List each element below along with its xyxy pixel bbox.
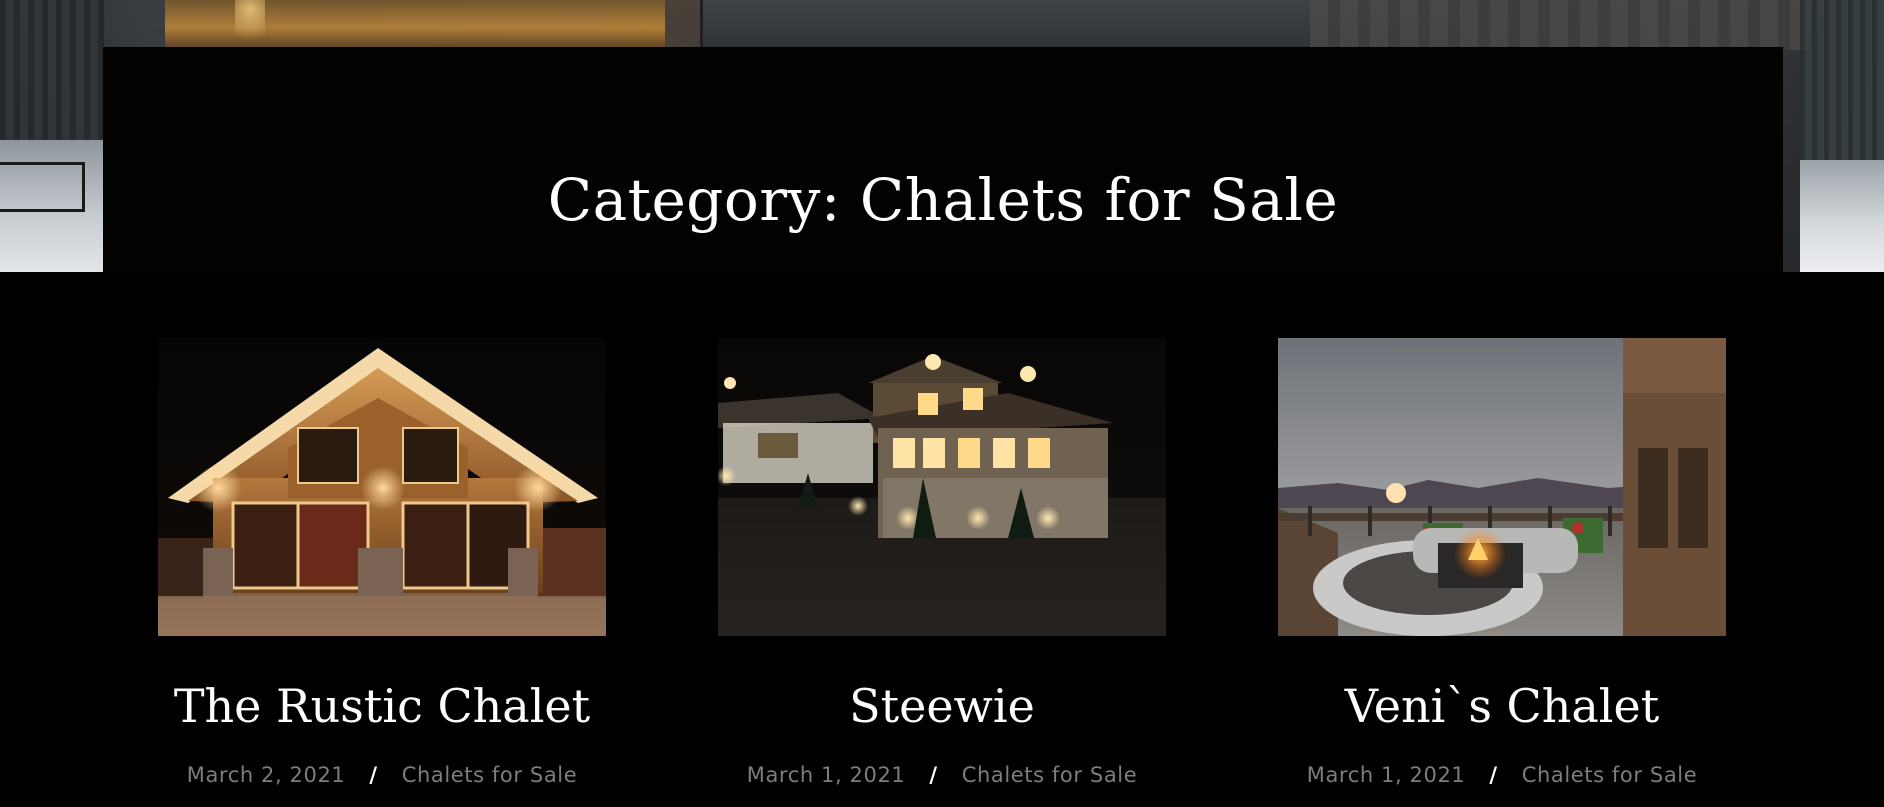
post-title-link[interactable]: Veni`s Chalet — [1268, 678, 1736, 734]
post-category-link[interactable]: Chalets for Sale — [1522, 763, 1698, 787]
archive-header: Category: Chalets for Sale — [103, 47, 1783, 272]
hero-snow-left — [0, 140, 105, 272]
hero-snow-right — [1800, 160, 1884, 272]
post-category-link[interactable]: Chalets for Sale — [402, 763, 578, 787]
post-date[interactable]: March 1, 2021 — [747, 763, 906, 787]
post-card: Steewie March 1, 2021/Chalets for Sale — [718, 338, 1166, 807]
meta-separator: / — [1489, 763, 1498, 787]
post-title-link[interactable]: Steewie — [708, 678, 1176, 734]
meta-separator: / — [929, 763, 938, 787]
hero-trees-left — [0, 0, 105, 140]
chalet-photo-terrace — [1278, 338, 1726, 636]
page-title: Category: Chalets for Sale — [547, 166, 1339, 234]
chalet-photo-rustic — [158, 338, 606, 636]
hero-wood-window — [165, 0, 665, 50]
post-category-link[interactable]: Chalets for Sale — [962, 763, 1138, 787]
chalet-photo-night — [718, 338, 1166, 636]
post-card: The Rustic Chalet March 2, 2021/Chalets … — [158, 338, 606, 807]
post-meta: March 1, 2021 / Chalets for Sale — [698, 758, 1186, 792]
post-meta: March 2, 2021 / Chalets for Sale — [138, 758, 626, 792]
post-date[interactable]: March 2, 2021 — [187, 763, 346, 787]
post-card: Veni`s Chalet March 1, 2021/Chalets for … — [1278, 338, 1726, 807]
post-thumbnail-link[interactable] — [1278, 338, 1726, 636]
post-title-link[interactable]: The Rustic Chalet — [148, 678, 616, 734]
post-thumbnail-link[interactable] — [158, 338, 606, 636]
post-meta: March 1, 2021 / Chalets for Sale — [1258, 758, 1746, 792]
post-date[interactable]: March 1, 2021 — [1307, 763, 1466, 787]
meta-separator: / — [369, 763, 378, 787]
posts-grid: The Rustic Chalet March 2, 2021/Chalets … — [158, 338, 1726, 807]
hero-stone-wall — [1310, 0, 1810, 50]
post-thumbnail-link[interactable] — [718, 338, 1166, 636]
hero-trees-right — [1800, 0, 1884, 160]
